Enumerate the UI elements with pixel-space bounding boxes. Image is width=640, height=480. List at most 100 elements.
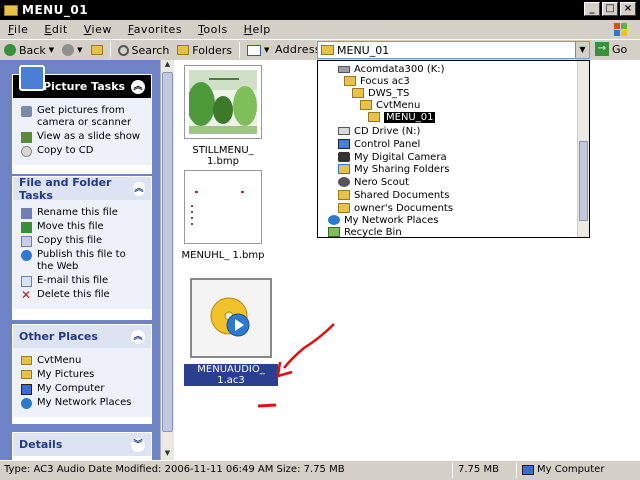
dropdown-item[interactable]: Nero Scout <box>338 176 409 188</box>
folder-open-icon <box>368 112 380 122</box>
place-my-pictures[interactable]: My Pictures <box>21 369 145 381</box>
dropdown-item[interactable]: Acomdata300 (K:) <box>338 63 445 75</box>
folders-label: Folders <box>192 43 233 57</box>
copy-icon <box>21 236 32 247</box>
file-tasks-header[interactable]: File and Folder Tasks ︽ <box>13 176 151 202</box>
folders-button[interactable]: Folders <box>173 41 236 59</box>
place-network[interactable]: My Network Places <box>21 397 145 409</box>
dropdown-item[interactable]: My Digital Camera <box>338 151 447 163</box>
dropdown-item-label: Shared Documents <box>354 189 450 201</box>
folder-up-icon <box>90 45 103 55</box>
drive-icon <box>338 65 350 73</box>
menu-tools[interactable]: Tools <box>190 23 236 36</box>
dropdown-item[interactable]: DWS_TS <box>352 87 409 99</box>
task-label: View as a slide show <box>37 131 141 142</box>
task-copy[interactable]: Copy this file <box>21 235 145 247</box>
image-thumbnail-icon <box>187 70 257 134</box>
place-label: CvtMenu <box>37 355 82 366</box>
dropdown-item-label: CvtMenu <box>376 99 421 111</box>
place-my-computer[interactable]: My Computer <box>21 383 145 395</box>
folder-icon <box>338 203 350 213</box>
search-button[interactable]: Search <box>114 41 174 59</box>
task-rename[interactable]: Rename this file <box>21 207 145 219</box>
views-button[interactable]: ▼ <box>243 41 273 59</box>
address-label: Address <box>275 43 321 56</box>
dropdown-item[interactable]: CvtMenu <box>360 99 420 111</box>
status-divider <box>452 463 453 478</box>
scroll-thumb[interactable] <box>162 72 173 432</box>
scroll-thumb[interactable] <box>579 141 588 221</box>
place-label: My Pictures <box>37 369 95 380</box>
dropdown-item-label: CD Drive (N:) <box>354 125 421 137</box>
main-scrollbar[interactable] <box>626 60 640 460</box>
window-controls: _ □ × <box>584 2 636 16</box>
address-dropdown-button[interactable]: ▼ <box>575 42 589 58</box>
computer-icon <box>522 464 534 475</box>
place-label: My Computer <box>37 383 105 394</box>
folder-icon <box>344 76 356 86</box>
dropdown-scrollbar[interactable] <box>577 61 589 237</box>
menu-help[interactable]: Help <box>236 23 279 36</box>
dropdown-item[interactable]: CD Drive (N:) <box>338 125 420 137</box>
task-pane-scrollbar[interactable]: ▲ ▼ <box>160 60 174 460</box>
minimize-button[interactable]: _ <box>584 2 600 16</box>
dropdown-item-label: My Digital Camera <box>354 151 447 163</box>
windows-logo-icon <box>614 23 627 36</box>
task-email[interactable]: E-mail this file <box>21 275 145 287</box>
menu-file[interactable]: File <box>0 23 36 36</box>
place-cvtmenu[interactable]: CvtMenu <box>21 355 145 367</box>
file-item[interactable]: STILLMENU_ 1.bmp <box>178 65 268 167</box>
collapse-icon[interactable]: ︽ <box>131 79 145 94</box>
details-header[interactable]: Details ︾ <box>13 433 151 456</box>
camera-icon <box>21 106 32 117</box>
picture-tasks-icon <box>19 65 45 91</box>
collapse-icon[interactable]: ︽ <box>131 329 145 344</box>
task-delete[interactable]: ✕ Delete this file <box>21 289 145 301</box>
network-icon <box>21 398 32 409</box>
chevron-down-icon: ▼ <box>77 46 83 54</box>
file-thumbnail <box>184 170 262 244</box>
dropdown-item-selected[interactable]: MENU_01 <box>368 111 436 123</box>
go-button[interactable]: → Go <box>595 42 627 56</box>
picture-tasks-title: Picture Tasks <box>43 80 126 93</box>
menu-edit[interactable]: Edit <box>36 23 75 36</box>
close-button[interactable]: × <box>620 2 636 16</box>
pictures-folder-icon <box>21 370 32 379</box>
audio-cd-icon <box>210 297 250 337</box>
back-button[interactable]: Back ▼ <box>0 41 58 59</box>
dropdown-item[interactable]: Recycle Bin <box>328 226 402 238</box>
dropdown-item[interactable]: Shared Documents <box>338 189 449 201</box>
folder-icon <box>21 356 32 365</box>
address-value: MENU_01 <box>337 43 390 57</box>
move-icon <box>21 222 32 233</box>
dropdown-item[interactable]: owner's Documents <box>338 202 453 214</box>
menu-view[interactable]: View <box>76 23 120 36</box>
dropdown-item[interactable]: My Sharing Folders <box>338 163 449 175</box>
maximize-button[interactable]: □ <box>602 2 618 16</box>
menu-favorites[interactable]: Favorites <box>120 23 190 36</box>
task-label: Get pictures from camera or scanner <box>37 105 132 128</box>
dropdown-item-label: MENU_01 <box>384 111 436 123</box>
scroll-up-icon[interactable]: ▲ <box>162 60 173 71</box>
dropdown-item[interactable]: My Network Places <box>328 214 438 226</box>
recycle-bin-icon <box>328 227 340 237</box>
address-bar[interactable]: MENU_01 ▼ <box>317 41 590 59</box>
task-move[interactable]: Move this file <box>21 221 145 233</box>
task-slide-show[interactable]: View as a slide show <box>21 131 145 143</box>
collapse-icon[interactable]: ︽ <box>132 181 145 196</box>
task-publish-web[interactable]: Publish this file to the Web <box>21 249 145 273</box>
dropdown-item[interactable]: Control Panel <box>338 138 420 150</box>
scroll-down-icon[interactable]: ▼ <box>162 449 173 460</box>
dropdown-item[interactable]: Focus ac3 <box>344 75 410 87</box>
search-label: Search <box>131 43 170 57</box>
folder-icon <box>360 100 372 110</box>
status-location: My Computer <box>522 464 604 475</box>
task-label: Copy to CD <box>37 145 94 156</box>
expand-icon[interactable]: ︾ <box>131 437 145 452</box>
task-copy-to-cd[interactable]: Copy to CD <box>21 145 145 157</box>
other-places-header[interactable]: Other Places ︽ <box>13 325 151 348</box>
up-button[interactable] <box>87 41 107 59</box>
file-item[interactable]: MENUHL_ 1.bmp <box>178 170 268 261</box>
task-get-pictures[interactable]: Get pictures from camera or scanner <box>21 105 145 129</box>
forward-button[interactable]: ▼ <box>58 41 86 59</box>
